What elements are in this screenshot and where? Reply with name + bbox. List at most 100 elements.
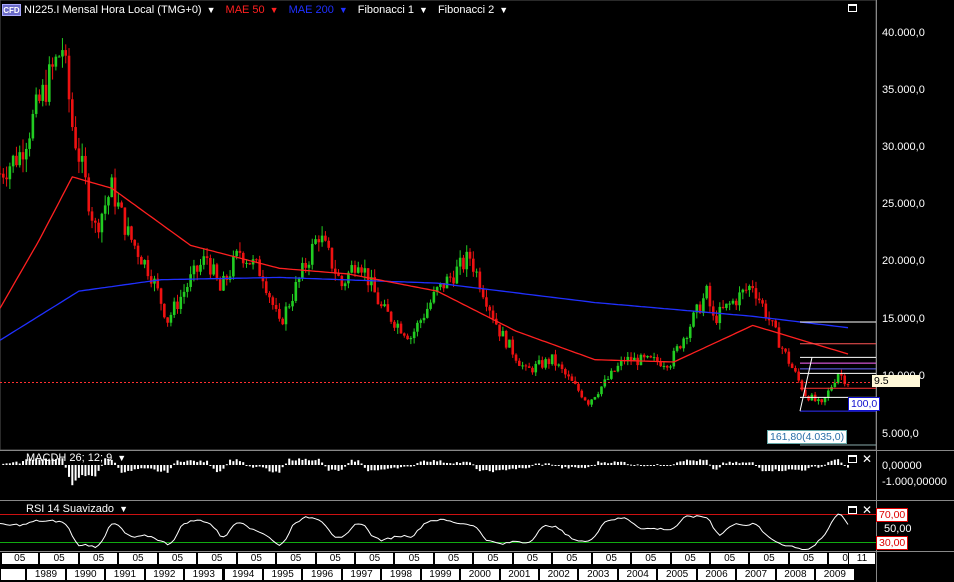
candle-body bbox=[771, 320, 774, 322]
macd-bar bbox=[597, 461, 600, 465]
macd-bar bbox=[376, 465, 379, 471]
candle-body bbox=[324, 235, 327, 241]
time-axis-year: 2002 bbox=[539, 568, 579, 581]
candle-body bbox=[761, 300, 764, 304]
macd-bar bbox=[580, 465, 583, 468]
legend-fibonacci-2[interactable]: Fibonacci 2 ▼ bbox=[438, 4, 508, 16]
candle-body bbox=[527, 366, 531, 368]
macd-bar bbox=[626, 464, 629, 466]
macd-bar bbox=[515, 465, 518, 470]
candle-body bbox=[44, 84, 48, 102]
macd-bar bbox=[751, 462, 754, 465]
time-axis[interactable]: 1989 1990 1991 1992 1993 1994 1995 1996 1997 1998… bbox=[0, 551, 876, 582]
rsi-dropdown-icon[interactable]: ▼ bbox=[119, 504, 128, 514]
candle-body bbox=[143, 260, 146, 265]
candle-body bbox=[274, 304, 278, 310]
candle-body bbox=[764, 303, 768, 318]
candle-body bbox=[186, 286, 189, 292]
candle-body bbox=[807, 396, 810, 401]
macd-bar bbox=[455, 462, 458, 465]
candle-body bbox=[491, 310, 495, 319]
candle-body bbox=[613, 370, 616, 372]
time-axis-year: 2009 bbox=[815, 568, 855, 581]
maximize-icon[interactable] bbox=[848, 4, 857, 12]
macd-bar bbox=[288, 458, 291, 465]
candle-body bbox=[448, 276, 452, 278]
time-axis-month: 05 bbox=[709, 552, 750, 565]
candle-body bbox=[74, 127, 77, 149]
chart-canvas[interactable] bbox=[0, 0, 954, 582]
symbol-dropdown-icon[interactable]: ▼ bbox=[207, 5, 216, 15]
legend-ma50[interactable]: MAE 50 ▼ bbox=[226, 4, 279, 16]
candle-body bbox=[412, 331, 416, 339]
candle-body bbox=[672, 350, 676, 367]
candle-body bbox=[682, 338, 685, 349]
candle-body bbox=[823, 397, 827, 403]
macd-bar bbox=[360, 463, 363, 465]
rsi-close-icon[interactable]: ✕ bbox=[862, 504, 872, 516]
macd-bar bbox=[383, 465, 386, 470]
candle-body bbox=[15, 155, 18, 166]
fib1-dropdown-icon[interactable]: ▼ bbox=[419, 5, 428, 15]
macd-dropdown-icon[interactable]: ▼ bbox=[117, 453, 126, 463]
macd-bar bbox=[202, 462, 205, 465]
candlestick-series bbox=[0, 38, 850, 408]
rsi-maximize-icon[interactable] bbox=[848, 506, 857, 514]
candle-body bbox=[176, 301, 179, 310]
candle-body bbox=[475, 271, 478, 273]
macd-bar bbox=[255, 465, 258, 467]
rsi-label[interactable]: RSI 14 Suavizado ▼ bbox=[26, 503, 128, 515]
macd-bar bbox=[84, 465, 87, 477]
macd-bar bbox=[544, 463, 547, 465]
macd-bar bbox=[357, 460, 360, 465]
legend-fibonacci-1[interactable]: Fibonacci 1 ▼ bbox=[358, 4, 428, 16]
fib2-dropdown-icon[interactable]: ▼ bbox=[499, 5, 508, 15]
candle-body bbox=[212, 264, 215, 275]
macd-maximize-icon[interactable] bbox=[848, 455, 857, 463]
time-axis-year: 1991 bbox=[105, 568, 145, 581]
time-axis-month: 05 bbox=[552, 552, 592, 565]
macd-label[interactable]: MACDH 26; 12; 9 ▼ bbox=[26, 452, 126, 464]
macd-bar bbox=[350, 459, 353, 465]
candle-body bbox=[468, 251, 472, 259]
candle-body bbox=[189, 274, 192, 287]
legend-ma200[interactable]: MAE 200 ▼ bbox=[289, 4, 348, 16]
macd-bar bbox=[754, 465, 757, 466]
macd-bar bbox=[219, 465, 222, 472]
macd-bar bbox=[590, 465, 593, 466]
macd-bar bbox=[91, 465, 94, 476]
macd-bar bbox=[620, 461, 623, 465]
candle-body bbox=[327, 240, 330, 248]
candle-body bbox=[734, 300, 738, 306]
macd-bar bbox=[311, 460, 314, 465]
macd-bar bbox=[278, 465, 281, 473]
macd-bar bbox=[146, 465, 149, 469]
macd-bar bbox=[623, 461, 626, 465]
candle-body bbox=[264, 281, 268, 294]
macd-close-icon[interactable]: ✕ bbox=[862, 453, 872, 465]
macd-bar bbox=[442, 462, 445, 465]
time-axis-year: 2001 bbox=[499, 568, 540, 581]
macd-bar bbox=[183, 461, 186, 465]
ma200-dropdown-icon[interactable]: ▼ bbox=[339, 5, 348, 15]
macd-bar bbox=[607, 463, 610, 465]
candle-body bbox=[718, 306, 722, 324]
macd-bar bbox=[229, 459, 232, 465]
macd-bar bbox=[87, 465, 90, 476]
macd-bar bbox=[840, 462, 843, 465]
candle-body bbox=[172, 301, 176, 315]
candle-body bbox=[593, 397, 597, 400]
ma50-dropdown-icon[interactable]: ▼ bbox=[270, 5, 279, 15]
macd-bar bbox=[271, 465, 274, 473]
candle-body bbox=[182, 291, 186, 297]
macd-bar bbox=[340, 465, 343, 470]
candle-body bbox=[458, 257, 462, 267]
macd-bar bbox=[699, 459, 702, 465]
macd-bar bbox=[554, 465, 557, 466]
candle-body bbox=[320, 235, 324, 243]
macd-bar bbox=[702, 460, 705, 465]
candle-body bbox=[711, 306, 715, 316]
macd-bar bbox=[495, 465, 498, 471]
rsi-30-label: 30,00 bbox=[876, 536, 909, 550]
candle-body bbox=[725, 303, 728, 308]
